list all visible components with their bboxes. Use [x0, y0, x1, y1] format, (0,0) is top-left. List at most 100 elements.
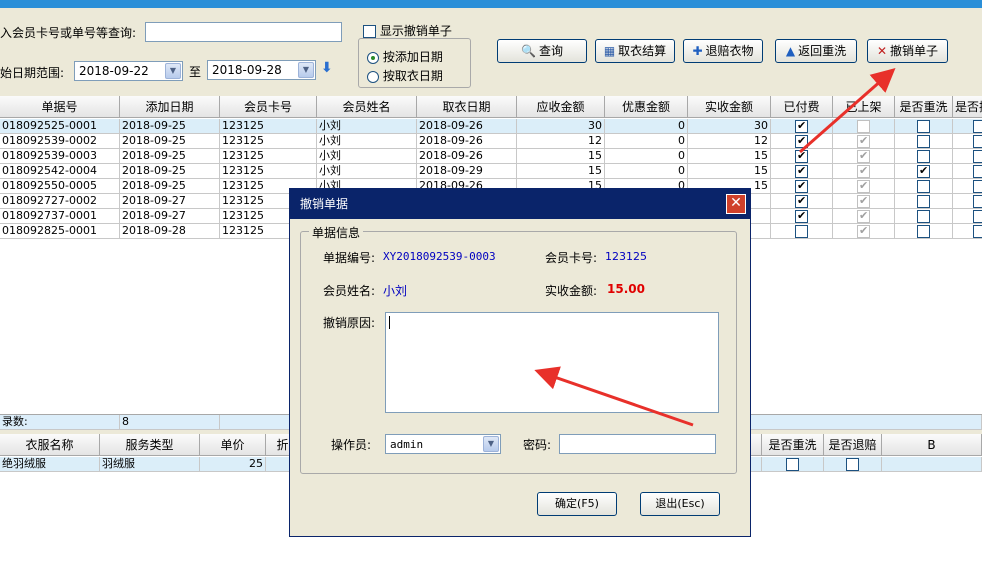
rewash-checkbox[interactable]: [895, 149, 953, 164]
paid-checkbox[interactable]: [771, 149, 833, 164]
checkbox[interactable]: [857, 224, 870, 238]
cancelled-checkbox[interactable]: [953, 194, 982, 209]
checkbox[interactable]: [795, 194, 808, 208]
checkbox[interactable]: [917, 149, 930, 163]
checkbox[interactable]: [857, 209, 870, 223]
chevron-down-icon[interactable]: ▼: [298, 62, 314, 78]
checkbox[interactable]: [795, 149, 808, 163]
password-input[interactable]: [559, 434, 716, 454]
shelved-checkbox[interactable]: [833, 209, 895, 224]
table-row[interactable]: 018092525-0001 2018-09-25 123125 小刘 2018-09-…: [0, 119, 982, 134]
cancelled-checkbox[interactable]: [953, 149, 982, 164]
column-header[interactable]: 实收金额: [688, 96, 771, 118]
paid-checkbox[interactable]: [771, 119, 833, 134]
column-header[interactable]: 已付费: [771, 96, 833, 118]
column-header[interactable]: 会员姓名: [317, 96, 417, 118]
checkbox[interactable]: [917, 164, 930, 178]
radio-pickup-date-button[interactable]: [367, 70, 379, 83]
cancelled-checkbox[interactable]: [953, 119, 982, 134]
cancelled-checkbox[interactable]: [953, 224, 982, 239]
checkbox[interactable]: [972, 119, 982, 133]
checkbox[interactable]: [972, 134, 982, 148]
rewash-checkbox[interactable]: [895, 164, 953, 179]
column-header[interactable]: B: [882, 434, 982, 456]
table-row[interactable]: 018092542-0004 2018-09-25 123125 小刘 2018-09-…: [0, 164, 982, 179]
paid-checkbox[interactable]: [771, 209, 833, 224]
close-icon[interactable]: ✕: [726, 194, 746, 214]
rewash-checkbox[interactable]: [895, 224, 953, 239]
checkbox[interactable]: [795, 119, 808, 133]
date-from-picker[interactable]: 2018-09-22 ▼: [74, 61, 183, 81]
rewash-checkbox[interactable]: [895, 134, 953, 149]
dialog-title-bar[interactable]: 撤销单据: [290, 189, 750, 219]
cancelled-checkbox[interactable]: [953, 179, 982, 194]
confirm-button[interactable]: 确定(F5): [537, 492, 617, 516]
checkbox[interactable]: [917, 224, 930, 238]
column-header[interactable]: 是否撤销: [953, 96, 982, 118]
cancel-order-button[interactable]: ✕ 撤销单子: [867, 39, 948, 63]
checkbox[interactable]: [972, 194, 982, 208]
shelved-checkbox[interactable]: [833, 224, 895, 239]
column-header[interactable]: 应收金额: [517, 96, 605, 118]
shelved-checkbox[interactable]: [833, 149, 895, 164]
checkbox[interactable]: [857, 134, 870, 148]
column-header[interactable]: 添加日期: [120, 96, 220, 118]
paid-checkbox[interactable]: [771, 134, 833, 149]
table-row[interactable]: 018092539-0002 2018-09-25 123125 小刘 2018-09-…: [0, 134, 982, 149]
rewash-checkbox[interactable]: [895, 209, 953, 224]
table-row[interactable]: 018092539-0003 2018-09-25 123125 小刘 2018-09-…: [0, 149, 982, 164]
checkbox[interactable]: [846, 457, 859, 471]
checkbox[interactable]: [917, 134, 930, 148]
chevron-down-icon[interactable]: ▼: [483, 436, 499, 452]
cancelled-checkbox[interactable]: [953, 164, 982, 179]
return-clothes-button[interactable]: ✚ 退赔衣物: [683, 39, 763, 63]
shelved-checkbox[interactable]: [833, 179, 895, 194]
checkbox[interactable]: [857, 149, 870, 163]
pickup-settle-button[interactable]: ▦ 取衣结算: [595, 39, 675, 63]
checkbox[interactable]: [917, 119, 930, 133]
rewash-checkbox[interactable]: [895, 194, 953, 209]
checkbox[interactable]: [857, 194, 870, 208]
show-cancelled-checkbox[interactable]: [363, 25, 376, 38]
cancelled-checkbox[interactable]: [953, 134, 982, 149]
arrow-down-icon[interactable]: ⬇: [321, 60, 333, 76]
checkbox[interactable]: [972, 149, 982, 163]
checkbox[interactable]: [795, 164, 808, 178]
checkbox[interactable]: [917, 194, 930, 208]
checkbox[interactable]: [786, 457, 799, 471]
column-header[interactable]: 是否退赔: [824, 434, 882, 456]
rewash-checkbox[interactable]: [762, 457, 824, 472]
column-header[interactable]: 会员卡号: [220, 96, 317, 118]
column-header[interactable]: 衣服名称: [0, 434, 100, 456]
checkbox[interactable]: [795, 209, 808, 223]
checkbox[interactable]: [972, 164, 982, 178]
column-header[interactable]: 已上架: [833, 96, 895, 118]
operator-select[interactable]: admin ▼: [385, 434, 501, 454]
refund-checkbox[interactable]: [824, 457, 882, 472]
shelved-checkbox[interactable]: [833, 134, 895, 149]
radio-add-date[interactable]: 按添加日期: [367, 48, 443, 65]
column-header[interactable]: 单价: [200, 434, 266, 456]
checkbox[interactable]: [972, 209, 982, 223]
checkbox[interactable]: [917, 209, 930, 223]
column-header[interactable]: 优惠金额: [605, 96, 688, 118]
checkbox[interactable]: [795, 179, 808, 193]
column-header[interactable]: 是否重洗: [895, 96, 953, 118]
exit-button[interactable]: 退出(Esc): [640, 492, 720, 516]
cancelled-checkbox[interactable]: [953, 209, 982, 224]
chevron-down-icon[interactable]: ▼: [165, 63, 181, 79]
paid-checkbox[interactable]: [771, 164, 833, 179]
shelved-checkbox[interactable]: [833, 164, 895, 179]
checkbox[interactable]: [972, 179, 982, 193]
column-header[interactable]: 是否重洗: [762, 434, 824, 456]
rewash-checkbox[interactable]: [895, 119, 953, 134]
radio-add-date-button[interactable]: [367, 51, 379, 64]
checkbox[interactable]: [857, 179, 870, 193]
checkbox[interactable]: [857, 164, 870, 178]
rewash-button[interactable]: ▲ 返回重洗: [775, 39, 857, 63]
paid-checkbox[interactable]: [771, 194, 833, 209]
checkbox[interactable]: [795, 224, 808, 238]
column-header[interactable]: 单据号: [0, 96, 120, 118]
search-input[interactable]: [145, 22, 342, 42]
checkbox[interactable]: [917, 179, 930, 193]
